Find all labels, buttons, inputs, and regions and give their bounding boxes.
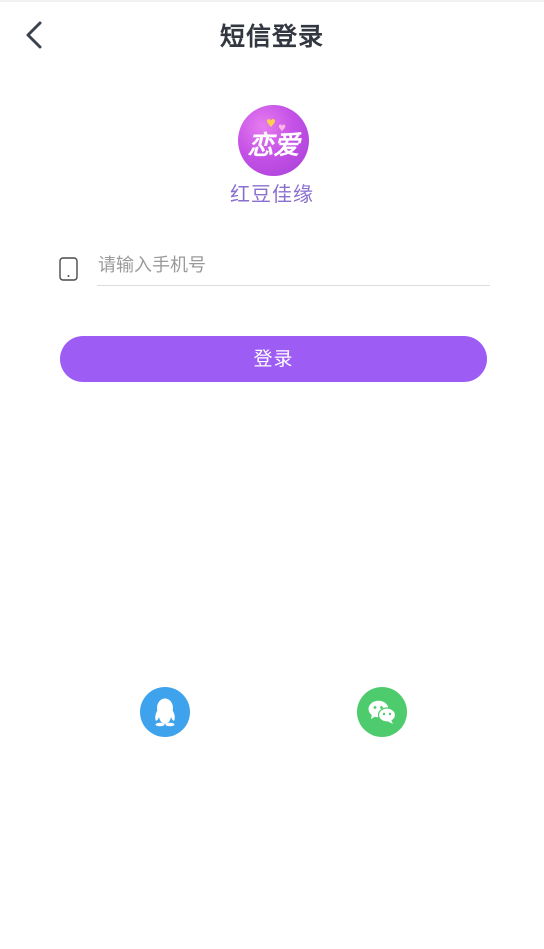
login-button[interactable]: 登录 bbox=[60, 336, 487, 382]
app-name: 红豆佳缘 bbox=[230, 182, 314, 206]
qq-icon bbox=[155, 698, 175, 727]
wechat-login-button[interactable] bbox=[357, 687, 407, 737]
heart-icon: ♥ bbox=[278, 124, 287, 134]
page-title: 短信登录 bbox=[219, 22, 324, 51]
mobile-phone-icon bbox=[59, 257, 78, 281]
logo-text: 恋爱 bbox=[247, 131, 300, 161]
header: 短信登录 bbox=[0, 0, 544, 72]
app-logo: ♥ ♥ 恋爱 bbox=[238, 105, 309, 176]
wechat-icon bbox=[368, 700, 397, 724]
login-page: 短信登录 ♥ ♥ 恋爱 红豆佳缘 登录 bbox=[0, 0, 544, 949]
heart-icon: ♥ bbox=[266, 117, 276, 130]
qq-login-button[interactable] bbox=[140, 687, 190, 737]
phone-number-input[interactable] bbox=[97, 250, 490, 286]
